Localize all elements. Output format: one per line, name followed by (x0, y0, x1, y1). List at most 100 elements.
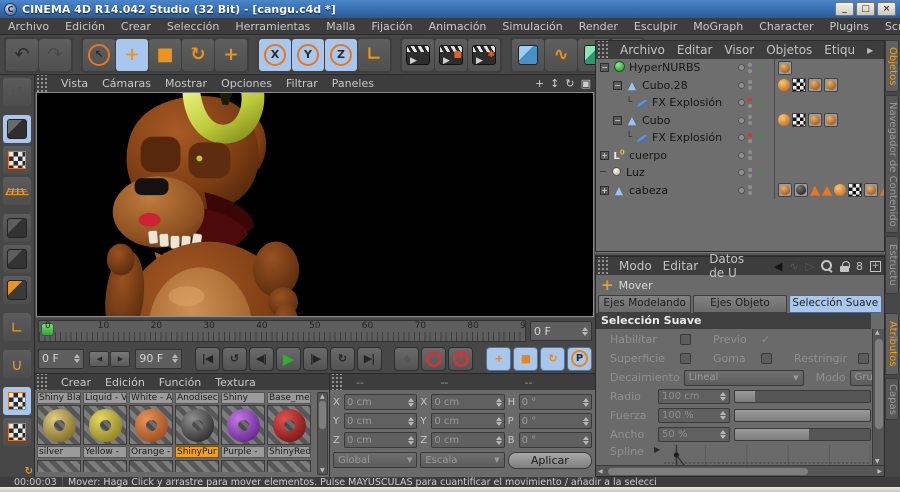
material-tag-icon[interactable] (778, 183, 792, 198)
attribute-hscrollbar[interactable]: ◀ ▶ (596, 465, 884, 476)
spinner-icon[interactable] (720, 430, 726, 439)
material-thumbnail[interactable] (221, 405, 265, 445)
workplane-rotate-button[interactable]: ↻ (3, 418, 33, 477)
scale-x-field[interactable]: 0 cm (431, 394, 505, 410)
toggle-dots[interactable] (748, 62, 752, 73)
spinner-icon[interactable] (582, 435, 589, 445)
selection-tag-icon[interactable]: ▲ (810, 184, 820, 197)
restore-button[interactable]: □ (856, 2, 875, 16)
timeline-ruler[interactable]: 0 10 20 30 40 50 60 70 80 90 (38, 320, 526, 342)
toggle-dots[interactable] (748, 115, 752, 126)
collapse-icon[interactable]: − (613, 80, 622, 90)
visibility-dot[interactable] (738, 134, 745, 142)
scale-z-field[interactable]: 0 cm (431, 432, 505, 448)
tree-row-cubo-28[interactable]: − ▲ Cubo.28 (596, 76, 884, 94)
rotate-view-icon[interactable]: ↻ (565, 78, 574, 89)
menu-archivo[interactable]: Archivo (8, 20, 49, 33)
tab-ejes-objeto[interactable]: Ejes Objeto (693, 295, 787, 313)
last-tool-button[interactable]: + (215, 38, 247, 71)
menu-edicion[interactable]: Edición (65, 20, 105, 33)
toggle-dot[interactable] (748, 138, 752, 143)
expand-icon[interactable]: + (600, 150, 609, 160)
toggle-dot[interactable] (748, 173, 752, 178)
goto-end-button[interactable]: ▶| (356, 346, 382, 371)
toggle-dot[interactable] (748, 103, 752, 108)
superficie-checkbox[interactable] (680, 353, 691, 364)
toggle-dot[interactable] (748, 167, 752, 172)
scrollbar-thumb[interactable] (874, 339, 883, 429)
material-item[interactable]: ShinyRed (267, 405, 311, 458)
spinner-icon[interactable] (582, 326, 588, 336)
spinner-icon[interactable] (495, 435, 502, 445)
visibility-toggles[interactable]: ✓ (738, 131, 774, 144)
visibility-toggles[interactable] (738, 150, 774, 161)
scroll-left-icon[interactable]: ◀ (598, 468, 603, 475)
material-tag-icon[interactable] (808, 78, 822, 93)
toggle-dot[interactable] (748, 121, 752, 126)
position-z-field[interactable]: 0 cm (344, 432, 418, 448)
toggle-dot[interactable] (748, 156, 752, 161)
enabled-check-icon[interactable]: ✓ (755, 61, 767, 74)
radio-slider[interactable] (734, 390, 871, 403)
coord-system-button[interactable]: ∟ (358, 38, 390, 71)
ancho-slider[interactable] (734, 428, 871, 441)
autokey-button[interactable] (421, 346, 447, 371)
kf-rotation-button[interactable]: ↻ (539, 346, 565, 371)
menu-fijacion[interactable]: Fijación (371, 20, 412, 33)
material-item[interactable]: ShinyPur (175, 405, 219, 458)
visibility-dot[interactable] (738, 64, 745, 72)
decaimiento-dropdown[interactable]: Lineal ▼ (683, 369, 804, 386)
spinner-icon[interactable] (582, 397, 589, 407)
points-mode-button[interactable] (3, 214, 31, 242)
scale-y-field[interactable]: 0 cm (431, 413, 505, 429)
rotation-h-field[interactable]: 0 ° (518, 394, 592, 410)
viewport-canvas[interactable] (36, 92, 594, 317)
position-x-field[interactable]: 0 cm (344, 394, 418, 410)
toggle-dot[interactable] (748, 80, 752, 85)
visibility-toggles[interactable] (738, 80, 774, 91)
object-menu-etiqu[interactable]: Etiqu (824, 43, 855, 57)
material-thumbnail[interactable] (175, 405, 219, 445)
viewport-menu-paneles[interactable]: Paneles (332, 77, 374, 90)
material-name-chip[interactable]: White - A (129, 392, 173, 404)
material-thumbnail[interactable] (83, 405, 127, 445)
kf-parameter-button[interactable]: P (566, 346, 592, 371)
uvw-tag-icon[interactable] (848, 183, 862, 198)
object-menu-objetos[interactable]: Objetos (766, 43, 812, 57)
add-primitive-cube-button[interactable] (512, 38, 544, 71)
viewport-menu-filtrar[interactable]: Filtrar (286, 77, 318, 90)
object-menu-editar[interactable]: Editar (677, 43, 713, 57)
uvw-tag-icon[interactable] (792, 78, 806, 93)
menu-plugins[interactable]: Plugins (830, 20, 869, 33)
viewport-menu-mostrar[interactable]: Mostrar (165, 77, 207, 90)
material-name-chip[interactable]: ShinyRed (267, 446, 311, 458)
menu-simulacion[interactable]: Simulación (502, 20, 562, 33)
panel-grip[interactable] (596, 41, 608, 59)
rotation-b-field[interactable]: 0 ° (518, 432, 592, 448)
toggle-panel-icon[interactable]: ▣ (581, 78, 591, 89)
texture-mode-button[interactable] (3, 146, 31, 174)
toggle-dot[interactable] (748, 115, 752, 120)
scrollbar-thumb[interactable] (319, 401, 326, 429)
snap-button[interactable]: ∪ (3, 350, 31, 378)
restringir-checkbox[interactable] (858, 353, 869, 364)
spinner-icon[interactable] (582, 416, 589, 426)
material-name-chip[interactable]: Shiny Bla (37, 392, 81, 404)
apply-button[interactable]: Aplicar (507, 452, 592, 469)
panel-tab-atributos[interactable]: Atributos (885, 313, 899, 375)
enabled-check-icon[interactable]: ✓ (755, 131, 767, 144)
kf-position-button[interactable]: + (485, 346, 511, 371)
object-menu-archivo[interactable]: Archivo (620, 43, 665, 57)
menu-herramientas[interactable]: Herramientas (235, 20, 310, 33)
spinner-icon[interactable] (495, 397, 502, 407)
attribute-scrollbar[interactable]: ▲ ▼ (872, 329, 884, 465)
enabled-check-icon[interactable]: ✓ (755, 96, 767, 109)
material-thumbnail[interactable] (37, 405, 81, 445)
material-menu-textura[interactable]: Textura (215, 376, 255, 389)
undo-button[interactable]: ↶ (6, 38, 38, 71)
spinner-icon[interactable] (171, 354, 178, 363)
fuerza-slider[interactable] (734, 409, 871, 422)
loop-prev-button[interactable]: ◀ (89, 350, 110, 367)
spinner-icon[interactable] (408, 416, 415, 426)
tree-row-cabeza[interactable]: +▲cabeza▲▲▲ (596, 181, 884, 199)
